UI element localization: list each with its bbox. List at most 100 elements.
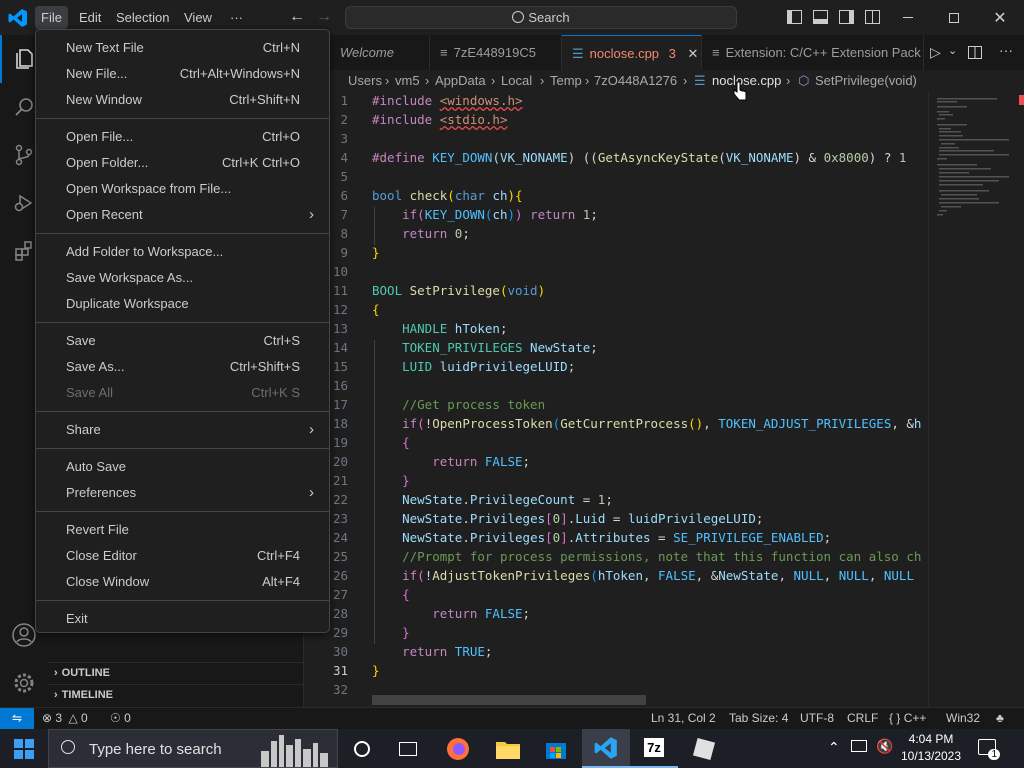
tab-welcome[interactable]: Welcome (330, 35, 430, 70)
menu-item-exit[interactable]: Exit (40, 606, 326, 632)
notification-center-icon[interactable]: 1 (978, 739, 1000, 760)
close-icon[interactable]: ✕ (688, 46, 699, 61)
search-icon (512, 11, 525, 23)
network-icon[interactable] (851, 740, 867, 752)
breadcrumb-item[interactable]: 7zO448A1276 (594, 70, 677, 92)
menu-item-open-recent[interactable]: Open Recent › (40, 202, 326, 228)
menu-item-new-text-file[interactable]: New Text File Ctrl+N (40, 35, 326, 61)
close-window-button[interactable]: ✕ (977, 0, 1023, 35)
chevron-right-icon: › (683, 73, 688, 88)
menu-item-close-editor[interactable]: Close Editor Ctrl+F4 (40, 543, 326, 569)
menu-item-preferences[interactable]: Preferences › (40, 480, 326, 506)
horizontal-scrollbar[interactable] (372, 695, 646, 705)
back-arrow-icon[interactable]: ← (289, 8, 305, 26)
taskbar-search-box[interactable]: Type here to search (48, 729, 338, 768)
line-number: 31 (332, 663, 348, 678)
tab-7ze448919c5[interactable]: ≡ 7zE448919C5 (430, 35, 562, 70)
taskbar-roblox[interactable] (680, 729, 728, 768)
forward-arrow-icon[interactable]: → (316, 8, 332, 26)
cursor-position[interactable]: Ln 31, Col 2 (651, 708, 716, 729)
menu-item-save[interactable]: Save Ctrl+S (40, 328, 326, 354)
end-of-line[interactable]: CRLF (847, 708, 878, 729)
volume-mute-icon[interactable]: 🔇 (876, 738, 893, 755)
menu-item-share[interactable]: Share › (40, 417, 326, 443)
menu-item-open-file[interactable]: Open File... Ctrl+O (40, 124, 326, 150)
code-token: luidPrivilegeLUID (627, 511, 756, 526)
toggle-primary-sidebar-icon[interactable] (787, 10, 802, 24)
problems-indicator[interactable]: ⊗ 3 △ 0 (42, 708, 88, 729)
menu-item-revert-file[interactable]: Revert File (40, 517, 326, 543)
taskbar-store[interactable] (532, 729, 580, 768)
menu-item-open-workspace-from-file[interactable]: Open Workspace from File... (40, 176, 326, 202)
code-editor[interactable]: 1 2 3 4 5 6 7 8 9 10 11 12 13 14 15 16 17 18 19 20 21 22 23 24 2… (304, 92, 928, 707)
clock[interactable]: 4:04 PM 10/13/2023 (895, 731, 967, 765)
taskbar-vscode[interactable] (582, 729, 630, 768)
menu-file[interactable]: File (35, 6, 68, 29)
menu-item-open-folder[interactable]: Open Folder... Ctrl+K Ctrl+O (40, 150, 326, 176)
menu-item-save-workspace-as[interactable]: Save Workspace As... (40, 265, 326, 291)
breadcrumb-item[interactable]: Temp (550, 70, 582, 92)
taskbar-search-placeholder: Type here to search (89, 741, 222, 758)
tab-noclose-cpp[interactable]: ☰ noclose.cpp 3 ✕ (562, 35, 702, 70)
menu-view[interactable]: View (178, 6, 218, 29)
tab-extension-cpp-pack[interactable]: ≡ Extension: C/C++ Extension Pack (702, 35, 924, 70)
menu-item-label: Save All (66, 385, 113, 400)
split-editor-icon[interactable] (968, 46, 982, 59)
chevron-right-icon: › (309, 484, 314, 501)
taskbar-7zip[interactable]: 7z (630, 729, 678, 768)
menu-item-new-file[interactable]: New File... Ctrl+Alt+Windows+N (40, 61, 326, 87)
code-line: NewState.Privileges[0].Luid = luidPrivil… (372, 511, 763, 526)
toggle-secondary-sidebar-icon[interactable] (839, 10, 854, 24)
command-center-search[interactable]: Search (345, 6, 737, 29)
taskbar-firefox[interactable] (434, 729, 482, 768)
indentation[interactable]: Tab Size: 4 (729, 708, 788, 729)
menu-item-close-window[interactable]: Close Window Alt+F4 (40, 569, 326, 595)
menu-edit[interactable]: Edit (73, 6, 107, 29)
windows-taskbar: Type here to search 7z ⌃ 🔇 4:04 PM 10/13… (0, 729, 1024, 768)
breadcrumb-item[interactable]: SetPrivilege(void) (815, 70, 917, 92)
maximize-button[interactable] (931, 0, 977, 35)
ports-indicator[interactable]: ☉ 0 (110, 708, 131, 729)
menu-item-auto-save[interactable]: Auto Save (40, 454, 326, 480)
customize-layout-icon[interactable] (865, 10, 880, 24)
menu-more[interactable]: ··· (224, 6, 249, 29)
code-token: ) (507, 188, 516, 203)
menu-item-label: Close Window (66, 574, 150, 589)
minimap[interactable] (928, 92, 1024, 707)
menu-item-add-folder-to-workspace[interactable]: Add Folder to Workspace... (40, 239, 326, 265)
platform[interactable]: Win32 (946, 708, 980, 729)
code-token: #define (372, 150, 433, 165)
toggle-panel-icon[interactable] (813, 10, 828, 24)
minimize-button[interactable] (885, 0, 931, 35)
chevron-right-icon: › (491, 73, 496, 88)
breadcrumb-item[interactable]: Local (501, 70, 532, 92)
timeline-section[interactable]: › TIMELINE (48, 684, 304, 706)
notifications-bell-icon[interactable]: ♣ (996, 708, 1004, 729)
run-file-icon[interactable]: ▷ (930, 44, 941, 61)
start-button[interactable] (0, 729, 48, 768)
breadcrumb-item[interactable]: vm5 (395, 70, 420, 92)
menu-item-duplicate-workspace[interactable]: Duplicate Workspace (40, 291, 326, 317)
menu-item-new-window[interactable]: New Window Ctrl+Shift+N (40, 87, 326, 113)
code-token: , (778, 568, 794, 583)
manage-gear-icon[interactable] (0, 659, 48, 707)
more-actions-icon[interactable]: ··· (999, 42, 1013, 58)
remote-indicator[interactable]: ⇋ (0, 708, 34, 729)
chevron-down-icon[interactable]: ⌄ (948, 44, 957, 57)
menu-item-save-as[interactable]: Save As... Ctrl+Shift+S (40, 354, 326, 380)
cortana-button[interactable] (338, 729, 386, 768)
language-mode[interactable]: { } C++ (889, 708, 926, 729)
taskbar-file-explorer[interactable] (484, 729, 532, 768)
show-hidden-icons-chevron-icon[interactable]: ⌃ (828, 739, 840, 756)
task-view-button[interactable] (384, 729, 432, 768)
menu-selection[interactable]: Selection (110, 6, 175, 29)
encoding[interactable]: UTF-8 (800, 708, 834, 729)
breadcrumb-item[interactable]: AppData (435, 70, 486, 92)
outline-section[interactable]: › OUTLINE (48, 662, 304, 684)
breadcrumb-item[interactable]: Users (348, 70, 382, 92)
code-token: ; (605, 492, 613, 507)
circle-icon (354, 740, 370, 757)
code-token: SE_PRIVILEGE_ENABLED (673, 530, 824, 545)
